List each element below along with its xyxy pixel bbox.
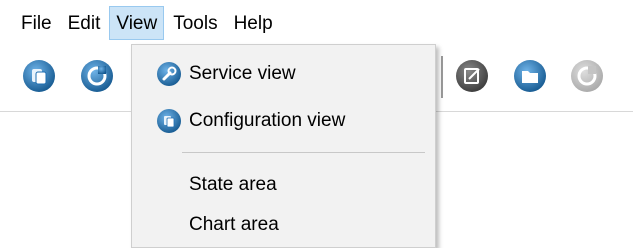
menu-item-configuration-view[interactable]: Configuration view [132, 101, 435, 141]
menu-tools[interactable]: Tools [166, 6, 224, 40]
database-button[interactable] [22, 59, 56, 93]
menu-help[interactable]: Help [227, 6, 280, 40]
sync-icon [571, 60, 603, 92]
menu-view[interactable]: View [109, 6, 165, 40]
menu-item-label: Service view [189, 63, 296, 84]
wrench-icon [156, 61, 182, 87]
sync-button[interactable] [570, 59, 604, 93]
refresh-button[interactable] [80, 59, 114, 93]
open-folder-icon [514, 60, 546, 92]
menu-item-label: Configuration view [189, 110, 346, 131]
menu-item-service-view[interactable]: Service view [132, 54, 435, 94]
menu-item-chart-area[interactable]: Chart area [132, 205, 435, 245]
menu-separator [182, 152, 425, 153]
configuration-icon [156, 108, 182, 134]
database-icon [23, 60, 55, 92]
toolbar-separator [441, 56, 443, 98]
menu-bar: File Edit View Tools Help [0, 0, 633, 46]
refresh-icon [81, 60, 113, 92]
open-folder-button[interactable] [513, 59, 547, 93]
menu-edit[interactable]: Edit [61, 6, 108, 40]
edit-icon [456, 60, 488, 92]
edit-button[interactable] [455, 59, 489, 93]
view-menu-dropdown: Service view Configuration view State ar… [131, 44, 436, 248]
menu-item-label: State area [189, 174, 277, 195]
menu-item-label: Chart area [189, 214, 279, 235]
menu-item-state-area[interactable]: State area [132, 165, 435, 205]
menu-file[interactable]: File [14, 6, 59, 40]
